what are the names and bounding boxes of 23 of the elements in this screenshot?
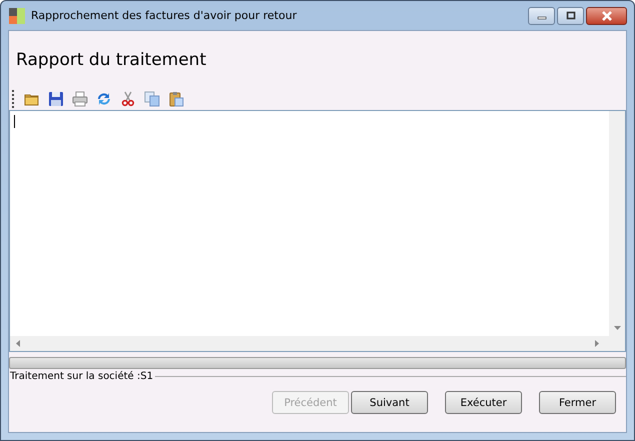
window-title: Rapprochement des factures d'avoir pour retour [31, 9, 298, 22]
dialog-button[interactable]: Suivant [351, 391, 428, 414]
dialog-button[interactable]: Exécuter [445, 391, 522, 414]
app-icon [9, 8, 25, 24]
minimize-button[interactable] [528, 7, 555, 25]
page-heading: Rapport du traitement [15, 49, 208, 72]
status-text: Traitement sur la société :S1 [10, 371, 154, 382]
refresh-arrows-icon[interactable] [96, 91, 112, 107]
toolbar-grip[interactable] [12, 90, 16, 108]
maximize-button[interactable] [557, 7, 584, 25]
copy-icon[interactable] [144, 91, 160, 107]
printer-icon[interactable] [72, 91, 88, 107]
scissors-icon[interactable] [120, 91, 136, 107]
scroll-right-arrow-icon[interactable] [595, 340, 599, 347]
scroll-left-arrow-icon[interactable] [16, 340, 20, 347]
maximize-icon [564, 11, 576, 21]
close-icon [600, 11, 614, 21]
scroll-down-arrow-icon[interactable] [614, 326, 620, 330]
horizontal-scrollbar[interactable] [10, 336, 625, 351]
dialog-button[interactable]: Fermer [539, 391, 616, 414]
clipboard-icon[interactable] [168, 91, 184, 107]
vertical-scrollbar[interactable] [609, 111, 625, 336]
close-button[interactable] [586, 7, 627, 25]
